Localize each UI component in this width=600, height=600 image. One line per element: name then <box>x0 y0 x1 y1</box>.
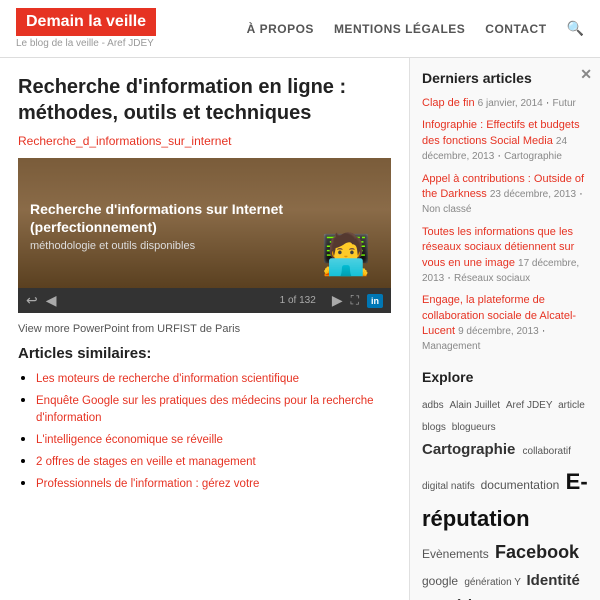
nav-mentions[interactable]: MENTIONS LÉGALES <box>334 22 465 36</box>
explore-title: Explore <box>422 369 588 385</box>
tag-item[interactable]: Facebook <box>495 542 579 562</box>
tag-item[interactable]: documentation <box>481 478 563 492</box>
similar-article-item: 2 offres de stages en veille et manageme… <box>36 453 391 470</box>
tag-item[interactable]: Alain Juillet <box>449 400 502 411</box>
tag-item[interactable]: blogs <box>422 422 449 433</box>
similar-article-link[interactable]: L'intelligence économique se réveille <box>36 434 223 446</box>
similar-article-item: Les moteurs de recherche d'information s… <box>36 370 391 387</box>
close-icon[interactable]: ✕ <box>580 66 592 83</box>
slideshow-inner: Recherche d'informations sur Internet (p… <box>18 158 391 288</box>
tag-item[interactable]: digital natifs <box>422 481 478 492</box>
nav-about[interactable]: À PROPOS <box>247 22 314 36</box>
sidebar: ✕ Derniers articles Clap de fin 6 janvie… <box>410 58 600 600</box>
tag-item[interactable]: adbs <box>422 400 446 411</box>
tag-item[interactable]: article <box>558 400 585 411</box>
site-logo[interactable]: Demain la veille <box>16 8 156 36</box>
similar-article-item: L'intelligence économique se réveille <box>36 431 391 448</box>
slide-next-icon[interactable]: ▶ <box>332 292 343 309</box>
similar-article-item: Professionnels de l'information : gérez … <box>36 475 391 492</box>
tag-item[interactable]: Aref JDEY <box>506 400 555 411</box>
tag-item[interactable]: Evènements <box>422 547 492 561</box>
content-area: Recherche d'information en ligne : métho… <box>0 58 410 600</box>
articles-list: Clap de fin 6 janvier, 2014 · Futur Infog… <box>422 96 588 355</box>
slide-fullscreen-icon[interactable]: ⛶ <box>351 293 359 308</box>
main-layout: Recherche d'information en ligne : métho… <box>0 58 600 600</box>
sidebar-article-link[interactable]: Clap de fin <box>422 97 475 109</box>
article-title: Recherche d'information en ligne : métho… <box>18 74 391 126</box>
sidebar-article-item: Appel à contributions : Outside of the D… <box>422 172 588 218</box>
view-more-text: View more PowerPoint from URFIST de Pari… <box>18 323 391 335</box>
slide-figure: 🧑‍💻 <box>321 231 371 278</box>
tag-item[interactable]: Cartographie <box>422 441 520 458</box>
view-more-label: View more PowerPoint from URFIST de Pari… <box>18 323 240 335</box>
sidebar-article-item: Infographie : Effectifs et budgets des f… <box>422 118 588 164</box>
search-icon[interactable]: 🔍 <box>567 20 584 37</box>
slide-progress: 1 of 132 <box>280 295 316 306</box>
similar-article-link[interactable]: Les moteurs de recherche d'information s… <box>36 373 299 385</box>
slide-back-icon[interactable]: ↩ <box>26 292 38 309</box>
similar-articles-list: Les moteurs de recherche d'information s… <box>18 370 391 493</box>
tag-item[interactable]: collaboratif <box>523 446 571 457</box>
article-link[interactable]: Recherche_d_informations_sur_internet <box>18 134 391 148</box>
logo-area: Demain la veille Le blog de la veille - … <box>16 8 156 49</box>
similar-article-link[interactable]: Enquête Google sur les pratiques des méd… <box>36 395 374 424</box>
nav-contact[interactable]: CONTACT <box>485 22 546 36</box>
tag-cloud: adbs Alain Juillet Aref JDEY article blo… <box>422 393 588 600</box>
tag-item[interactable]: génération Y <box>464 577 523 588</box>
sidebar-article-item: Clap de fin 6 janvier, 2014 · Futur <box>422 96 588 111</box>
slide-prev-icon[interactable]: ◀ <box>46 292 57 309</box>
site-tagline: Le blog de la veille - Aref JDEY <box>16 38 156 49</box>
similar-article-link[interactable]: Professionnels de l'information : gérez … <box>36 478 259 490</box>
slide-controls: ↩ ◀ 1 of 132 ▶ ⛶ in <box>18 288 391 313</box>
header: Demain la veille Le blog de la veille - … <box>0 0 600 58</box>
derniers-articles-title: Derniers articles <box>422 70 588 86</box>
tag-item[interactable]: blogueurs <box>452 422 496 433</box>
sidebar-article-item: Engage, la plateforme de collaboration s… <box>422 293 588 355</box>
similar-articles-title: Articles similaires: <box>18 345 391 362</box>
similar-article-item: Enquête Google sur les pratiques des méd… <box>36 392 391 426</box>
sidebar-article-item: Toutes les informations que les réseaux … <box>422 225 588 287</box>
main-nav: À PROPOS MENTIONS LÉGALES CONTACT 🔍 <box>247 20 584 37</box>
tag-item[interactable]: google <box>422 574 461 588</box>
slide-linkedin-btn[interactable]: in <box>367 294 383 308</box>
slideshow-container: Recherche d'informations sur Internet (p… <box>18 158 391 313</box>
similar-article-link[interactable]: 2 offres de stages en veille et manageme… <box>36 456 256 468</box>
